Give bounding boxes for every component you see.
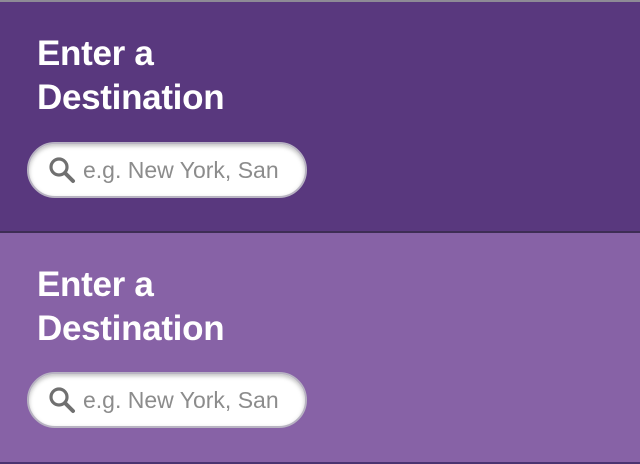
destination-search-input[interactable] <box>83 380 303 420</box>
destination-search-box[interactable] <box>27 372 307 428</box>
heading-line-2: Destination <box>37 78 225 117</box>
destination-panel-light: Enter a Destination <box>0 233 640 462</box>
heading-line-2: Destination <box>37 309 225 348</box>
search-icon <box>47 385 77 415</box>
heading-line-1: Enter a <box>37 34 154 73</box>
destination-heading: Enter a Destination <box>37 32 397 120</box>
destination-search-box[interactable] <box>27 142 307 198</box>
destination-panel-dark: Enter a Destination <box>0 0 640 231</box>
destination-search-input[interactable] <box>83 150 303 190</box>
heading-line-1: Enter a <box>37 265 154 304</box>
search-icon <box>47 155 77 185</box>
destination-heading: Enter a Destination <box>37 263 397 351</box>
